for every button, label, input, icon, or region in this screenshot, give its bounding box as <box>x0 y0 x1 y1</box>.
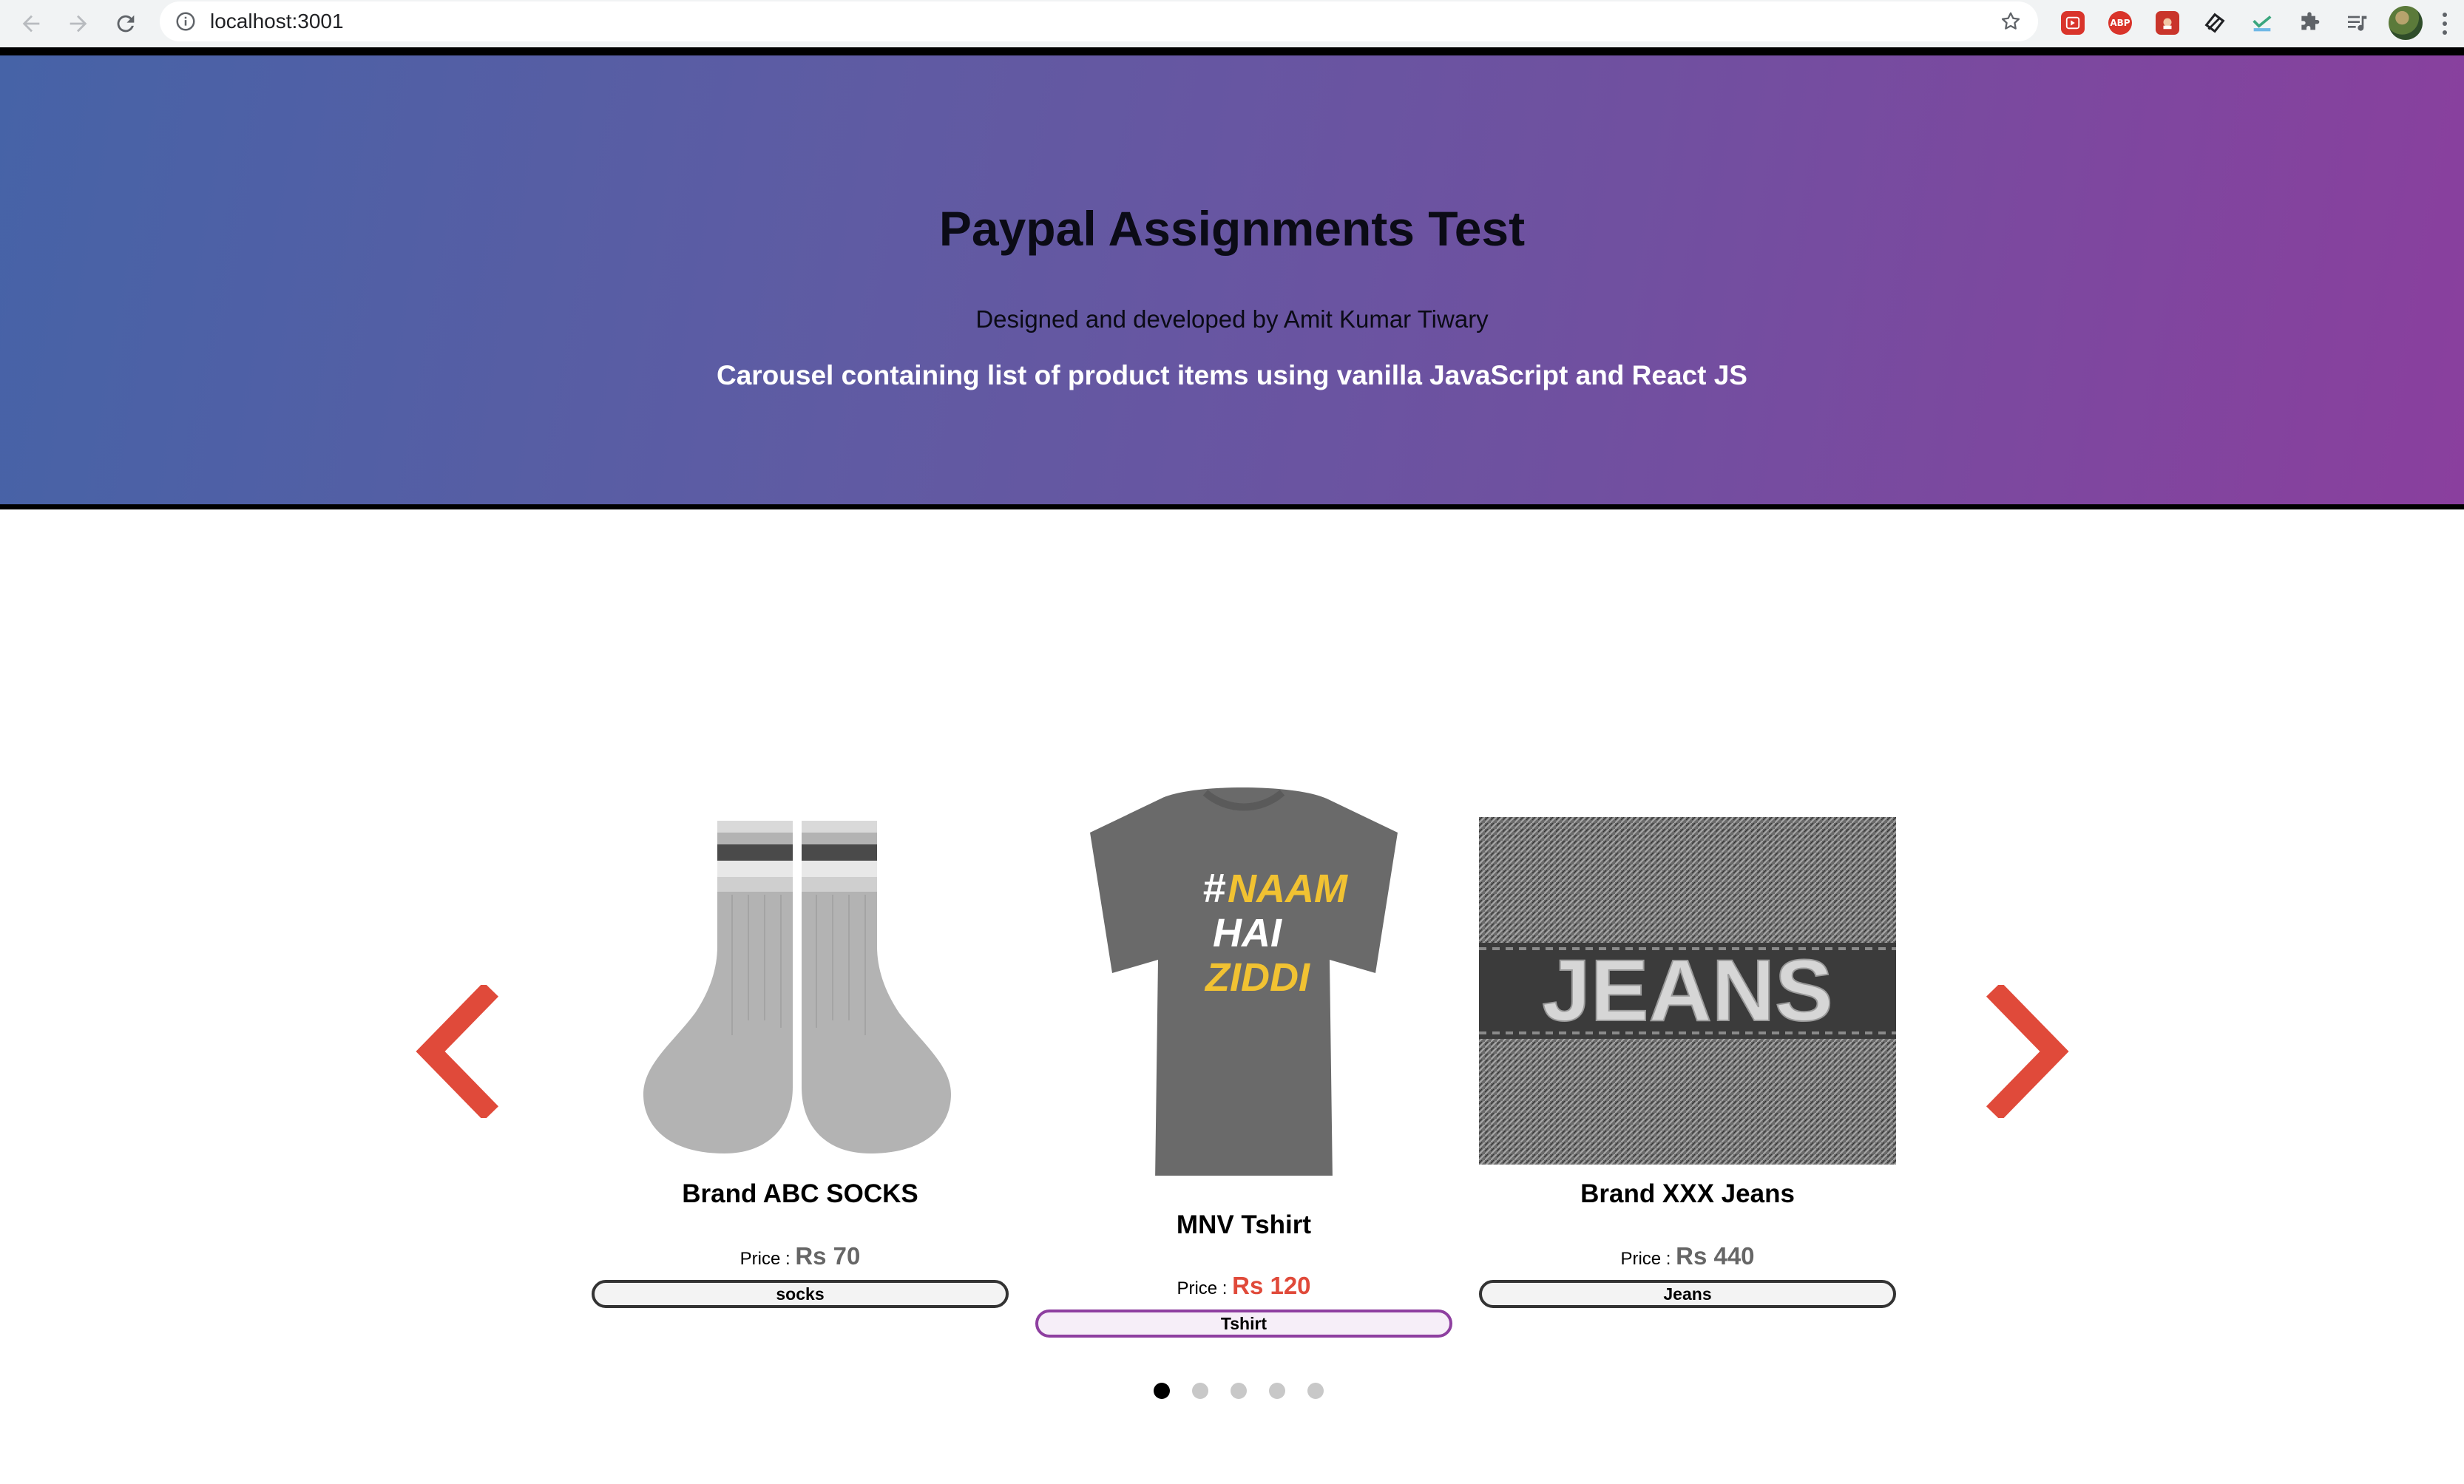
photo-ext-icon[interactable] <box>2153 8 2182 38</box>
pagination-dot[interactable] <box>1154 1383 1170 1399</box>
price-amount: Rs 120 <box>1232 1272 1311 1299</box>
price-label: Price : <box>1177 1278 1228 1298</box>
reload-icon <box>117 15 135 33</box>
jeans-image: JEANS <box>1479 817 1896 1165</box>
bookmark-star-icon[interactable] <box>2000 10 2022 33</box>
abp-label: ABP <box>2108 11 2132 35</box>
forward-arrow-icon <box>70 15 87 33</box>
tshirt-image: # NAAM HAI ZIDDI <box>1090 787 1398 1176</box>
info-icon[interactable] <box>175 10 197 33</box>
shirt-text-naam: NAAM <box>1228 867 1348 911</box>
tag-ext-icon[interactable] <box>2200 8 2230 38</box>
header-banner: Paypal Assignments Test Designed and dev… <box>0 47 2464 509</box>
price-label: Price : <box>739 1249 791 1269</box>
shirt-text-hash: # <box>1202 864 1226 911</box>
product-name: Brand ABC SOCKS <box>682 1179 918 1208</box>
page-description: Carousel containing list of product item… <box>716 360 1747 390</box>
back-button[interactable] <box>7 0 55 47</box>
check-ext-icon[interactable] <box>2247 8 2277 38</box>
chevron-right-icon <box>1986 982 2069 1121</box>
socks-image <box>643 821 951 1153</box>
pagination-dot[interactable] <box>1269 1383 1285 1399</box>
category-tag[interactable]: socks <box>592 1280 1009 1308</box>
product-name: MNV Tshirt <box>1176 1210 1312 1239</box>
page-title: Paypal Assignments Test <box>938 201 1526 256</box>
carousel-next-button[interactable] <box>1982 982 2071 1121</box>
reload-button[interactable] <box>102 0 149 47</box>
back-arrow-icon <box>22 15 40 33</box>
product-price: Price : Rs 120 <box>1035 1272 1452 1300</box>
product-name: Brand XXX Jeans <box>1580 1179 1795 1208</box>
price-amount: Rs 440 <box>1676 1242 1755 1270</box>
browser-toolbar: localhost:3001 ABP <box>0 0 2464 47</box>
category-tag[interactable]: Jeans <box>1479 1280 1896 1308</box>
browser-menu-icon[interactable] <box>2440 10 2449 37</box>
category-tag[interactable]: Tshirt <box>1035 1309 1452 1338</box>
shirt-text-ziddi: ZIDDI <box>1204 955 1310 1000</box>
adblock-plus-icon[interactable]: ABP <box>2105 8 2135 38</box>
url-text[interactable]: localhost:3001 <box>210 10 344 33</box>
profile-avatar[interactable] <box>2389 6 2423 40</box>
chevron-left-icon <box>416 982 499 1121</box>
forward-button[interactable] <box>55 0 102 47</box>
product-price: Price : Rs 70 <box>592 1242 1009 1270</box>
author-credit: Designed and developed by Amit Kumar Tiw… <box>975 305 1489 333</box>
shirt-text-hai: HAI <box>1213 911 1282 955</box>
product-price: Price : Rs 440 <box>1479 1242 1896 1270</box>
puzzle-icon[interactable] <box>2295 8 2324 38</box>
media-queue-icon[interactable] <box>2342 8 2372 38</box>
price-amount: Rs 70 <box>795 1242 861 1270</box>
pagination-dot[interactable] <box>1231 1383 1247 1399</box>
video-ext-icon[interactable] <box>2058 8 2088 38</box>
pagination-dot[interactable] <box>1307 1383 1324 1399</box>
price-label: Price : <box>1620 1249 1671 1269</box>
carousel-prev-button[interactable] <box>414 982 503 1121</box>
jeans-label-text: JEANS <box>1542 942 1832 1040</box>
address-bar[interactable]: localhost:3001 <box>160 1 2038 41</box>
pagination-dot[interactable] <box>1192 1383 1208 1399</box>
